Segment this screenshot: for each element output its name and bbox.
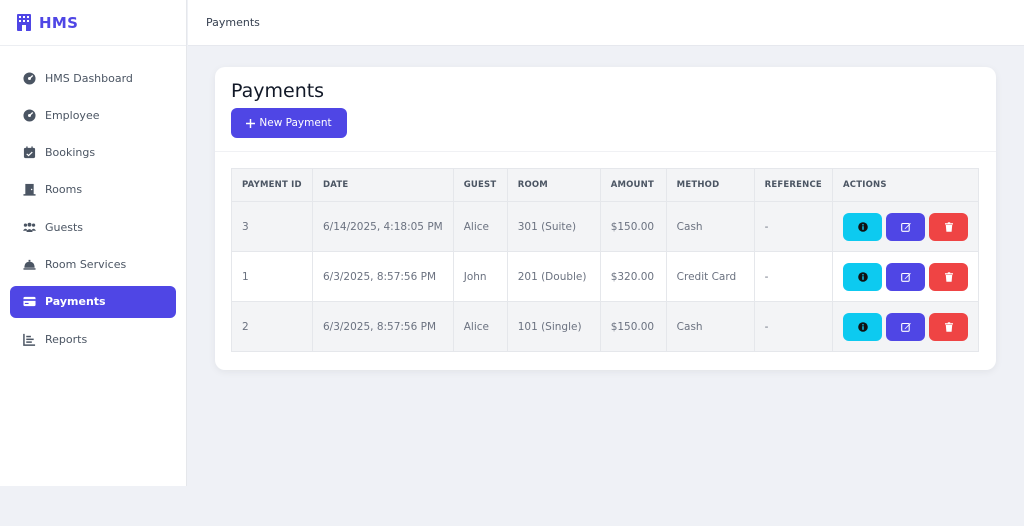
- sidebar-item-label: Bookings: [45, 146, 96, 160]
- cell-guest: Alice: [452, 201, 508, 252]
- trash-icon: [944, 271, 953, 282]
- sidebar-item-label: Rooms: [45, 183, 83, 197]
- sidebar-item-label: Room Services: [45, 257, 127, 271]
- cell-amount: $150.00: [599, 301, 667, 352]
- new-payment-button[interactable]: New Payment: [231, 108, 347, 138]
- cell-actions: [832, 251, 979, 302]
- sidebar-item-hms-dashboard[interactable]: HMS Dashboard: [10, 62, 176, 94]
- delete-button[interactable]: [929, 262, 968, 291]
- cell-payment-id: 1: [231, 251, 313, 302]
- info-button[interactable]: [843, 212, 882, 241]
- info-icon: [857, 321, 868, 332]
- cell-guest: John: [452, 251, 508, 302]
- cell-method: Cash: [665, 301, 755, 352]
- cell-room: 301 (Suite): [506, 201, 601, 252]
- info-icon: [857, 271, 868, 282]
- cell-reference: -: [753, 201, 834, 252]
- sidebar-item-label: Reports: [45, 332, 88, 346]
- table-header-row: PAYMENT ID DATE GUEST ROOM AMOUNT METHOD…: [231, 168, 979, 202]
- sidebar-item-label: Guests: [45, 220, 84, 234]
- gauge-icon: [23, 71, 36, 85]
- brand-name: HMS: [39, 13, 79, 32]
- column-header-amount: AMOUNT: [599, 168, 667, 202]
- cell-date: 6/14/2025, 4:18:05 PM: [311, 201, 454, 252]
- cell-date: 6/3/2025, 8:57:56 PM: [311, 251, 454, 302]
- top-bar: Payments: [188, 0, 1024, 46]
- info-button[interactable]: [843, 312, 882, 341]
- new-payment-label: New Payment: [259, 117, 332, 129]
- breadcrumb: Payments: [206, 16, 260, 29]
- cell-actions: [832, 201, 979, 252]
- cell-room: 101 (Single): [506, 301, 601, 352]
- column-header-date: DATE: [311, 168, 454, 202]
- page-title: Payments: [231, 80, 325, 102]
- sidebar-item-label: Employee: [45, 108, 100, 122]
- edit-icon: [900, 322, 911, 332]
- cell-amount: $150.00: [599, 201, 667, 252]
- table-row: 2 6/3/2025, 8:57:56 PM Alice 101 (Single…: [231, 301, 979, 352]
- column-header-guest: GUEST: [452, 168, 508, 202]
- calendar-check-icon: [23, 146, 36, 159]
- trash-icon: [944, 321, 953, 332]
- cell-amount: $320.00: [599, 251, 667, 302]
- edit-icon: [900, 272, 911, 282]
- sidebar-item-employee[interactable]: Employee: [10, 99, 176, 131]
- column-header-room: ROOM: [506, 168, 601, 202]
- cell-method: Cash: [665, 201, 755, 252]
- cell-date: 6/3/2025, 8:57:56 PM: [311, 301, 454, 352]
- cell-reference: -: [753, 301, 834, 352]
- sidebar: HMS HMS Dashboard Employee Bookings Room…: [0, 0, 187, 486]
- cell-payment-id: 3: [231, 201, 313, 252]
- column-header-reference: REFERENCE: [753, 168, 834, 202]
- hotel-icon: [17, 14, 31, 31]
- delete-button[interactable]: [929, 312, 968, 341]
- cell-method: Credit Card: [665, 251, 755, 302]
- payments-card: Payments New Payment PAYMENT ID DATE GUE…: [215, 67, 996, 370]
- cell-actions: [832, 301, 979, 352]
- info-icon: [857, 221, 868, 232]
- brand[interactable]: HMS: [0, 0, 186, 46]
- table-row: 3 6/14/2025, 4:18:05 PM Alice 301 (Suite…: [231, 201, 979, 252]
- sidebar-item-room-services[interactable]: Room Services: [10, 248, 176, 280]
- bell-concierge-icon: [23, 259, 36, 270]
- sidebar-item-label: Payments: [45, 295, 106, 309]
- trash-icon: [944, 221, 953, 232]
- table-row: 1 6/3/2025, 8:57:56 PM John 201 (Double)…: [231, 251, 979, 302]
- payments-table: PAYMENT ID DATE GUEST ROOM AMOUNT METHOD…: [231, 168, 979, 352]
- gauge-icon: [23, 109, 36, 122]
- column-header-method: METHOD: [665, 168, 755, 202]
- column-header-actions: ACTIONS: [832, 168, 979, 202]
- edit-button[interactable]: [886, 312, 925, 341]
- column-header-payment-id: PAYMENT ID: [231, 168, 313, 202]
- sidebar-nav: HMS Dashboard Employee Bookings Rooms Gu…: [0, 46, 186, 355]
- edit-icon: [900, 222, 911, 232]
- sidebar-item-bookings[interactable]: Bookings: [10, 137, 176, 169]
- delete-button[interactable]: [929, 212, 968, 241]
- plus-icon: [246, 118, 256, 128]
- chart-icon: [23, 333, 36, 346]
- cell-payment-id: 2: [231, 301, 313, 352]
- sidebar-item-guests[interactable]: Guests: [10, 211, 176, 243]
- door-icon: [23, 184, 36, 197]
- edit-button[interactable]: [886, 262, 925, 291]
- sidebar-item-label: HMS Dashboard: [45, 71, 133, 85]
- edit-button[interactable]: [886, 212, 925, 241]
- info-button[interactable]: [843, 262, 882, 291]
- cell-reference: -: [753, 251, 834, 302]
- divider: [215, 151, 996, 152]
- credit-card-icon: [23, 297, 36, 307]
- cell-guest: Alice: [452, 301, 508, 352]
- sidebar-item-rooms[interactable]: Rooms: [10, 174, 176, 206]
- sidebar-item-payments[interactable]: Payments: [10, 285, 176, 318]
- sidebar-item-reports[interactable]: Reports: [10, 323, 176, 355]
- cell-room: 201 (Double): [506, 251, 601, 302]
- users-icon: [23, 222, 36, 232]
